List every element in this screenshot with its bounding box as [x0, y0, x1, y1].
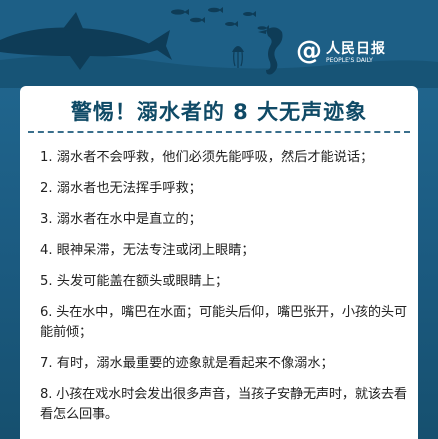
peoples-daily-logo: @ 人民日报 PEOPLE'S DAILY: [296, 36, 426, 70]
list-item: 8. 小孩在戏水时会发出很多声音，当孩子安静无声时，就该去看看怎么回事。: [40, 387, 407, 422]
list-item: 4. 眼神呆滞，无法专注或闭上眼睛；: [40, 243, 255, 258]
list-item: 6. 头在水中，嘴巴在水面；可能头后仰，嘴巴张开，小孩的头可能前倾；: [40, 305, 407, 340]
content-card: 警惕！溺水者的 8 大无声迹象 1. 溺水者不会呼救，他们必须先能呼吸，然后才能…: [20, 86, 418, 439]
list-item: 2. 溺水者也无法挥手呼救；: [40, 181, 202, 196]
poster: @ 人民日报 PEOPLE'S DAILY 警惕！溺水者的 8 大无声迹象 1.…: [0, 0, 438, 439]
list-item: 7. 有时，溺水最重要的迹象就是看起来不像溺水；: [40, 356, 334, 371]
list-item: 3. 溺水者在水中是直立的；: [40, 212, 202, 227]
logo-name-cn: 人民日报: [326, 41, 386, 57]
page-title: 警惕！溺水者的 8 大无声迹象: [70, 100, 368, 124]
list-item: 1. 溺水者不会呼救，他们必须先能呼吸，然后才能说话；: [40, 150, 374, 165]
at-sign-icon: @: [296, 36, 322, 66]
list-item: 5. 头发可能盖在额头或眼睛上；: [40, 274, 229, 289]
logo-name-en: PEOPLE'S DAILY: [326, 57, 373, 64]
title-divider: [28, 131, 410, 133]
signs-list: 1. 溺水者不会呼救，他们必须先能呼吸，然后才能说话； 2. 溺水者也无法挥手呼…: [40, 148, 410, 436]
